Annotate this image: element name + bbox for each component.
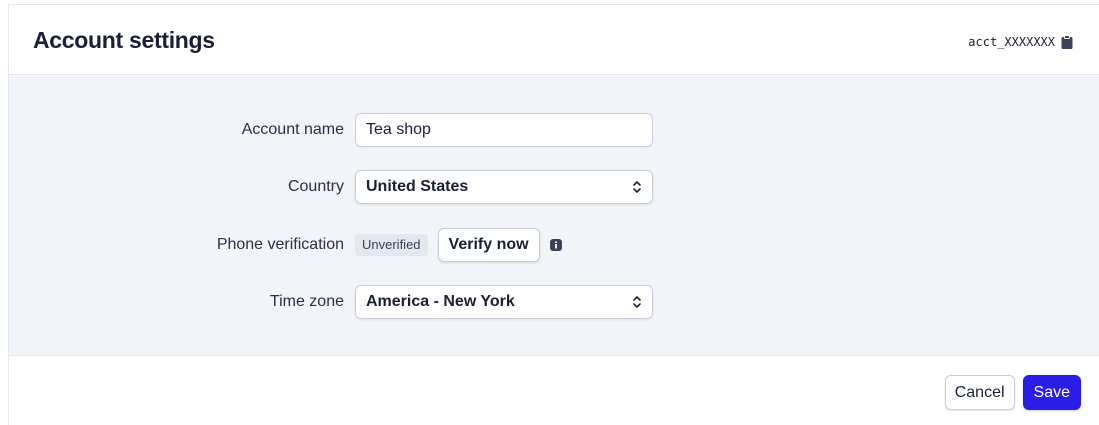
account-id-text: acct_XXXXXXX [968, 35, 1055, 49]
clipboard-icon[interactable] [1061, 35, 1073, 49]
settings-form: Account name Country United States Phone… [9, 75, 1099, 356]
account-name-label: Account name [241, 121, 344, 138]
row-country: Country United States [9, 170, 1099, 204]
cancel-button[interactable]: Cancel [944, 375, 1015, 410]
country-value: United States [366, 178, 469, 195]
status-badge: Unverified [355, 234, 428, 256]
time-zone-label: Time zone [269, 293, 344, 310]
save-button[interactable]: Save [1022, 375, 1081, 410]
row-account-name: Account name [9, 113, 1099, 147]
country-label: Country [287, 178, 344, 195]
phone-verification-label: Phone verification [216, 236, 344, 253]
footer-actions: Cancel Save [944, 375, 1081, 410]
info-icon[interactable] [549, 239, 562, 251]
chevron-up-down-icon [633, 181, 641, 193]
time-zone-select[interactable]: America - New York [355, 285, 653, 319]
account-settings-panel: Account settings acct_XXXXXXX Account na… [8, 4, 1099, 425]
verify-now-button[interactable]: Verify now [437, 228, 540, 262]
time-zone-value: America - New York [366, 293, 515, 310]
page-title: Account settings [33, 27, 215, 53]
account-id: acct_XXXXXXX [968, 35, 1073, 49]
country-select[interactable]: United States [355, 170, 653, 204]
header: Account settings acct_XXXXXXX [9, 5, 1099, 75]
account-name-input[interactable] [355, 113, 653, 147]
chevron-up-down-icon [633, 296, 641, 308]
row-time-zone: Time zone America - New York [9, 285, 1099, 319]
row-phone-verification: Phone verification Unverified Verify now [9, 228, 1099, 262]
